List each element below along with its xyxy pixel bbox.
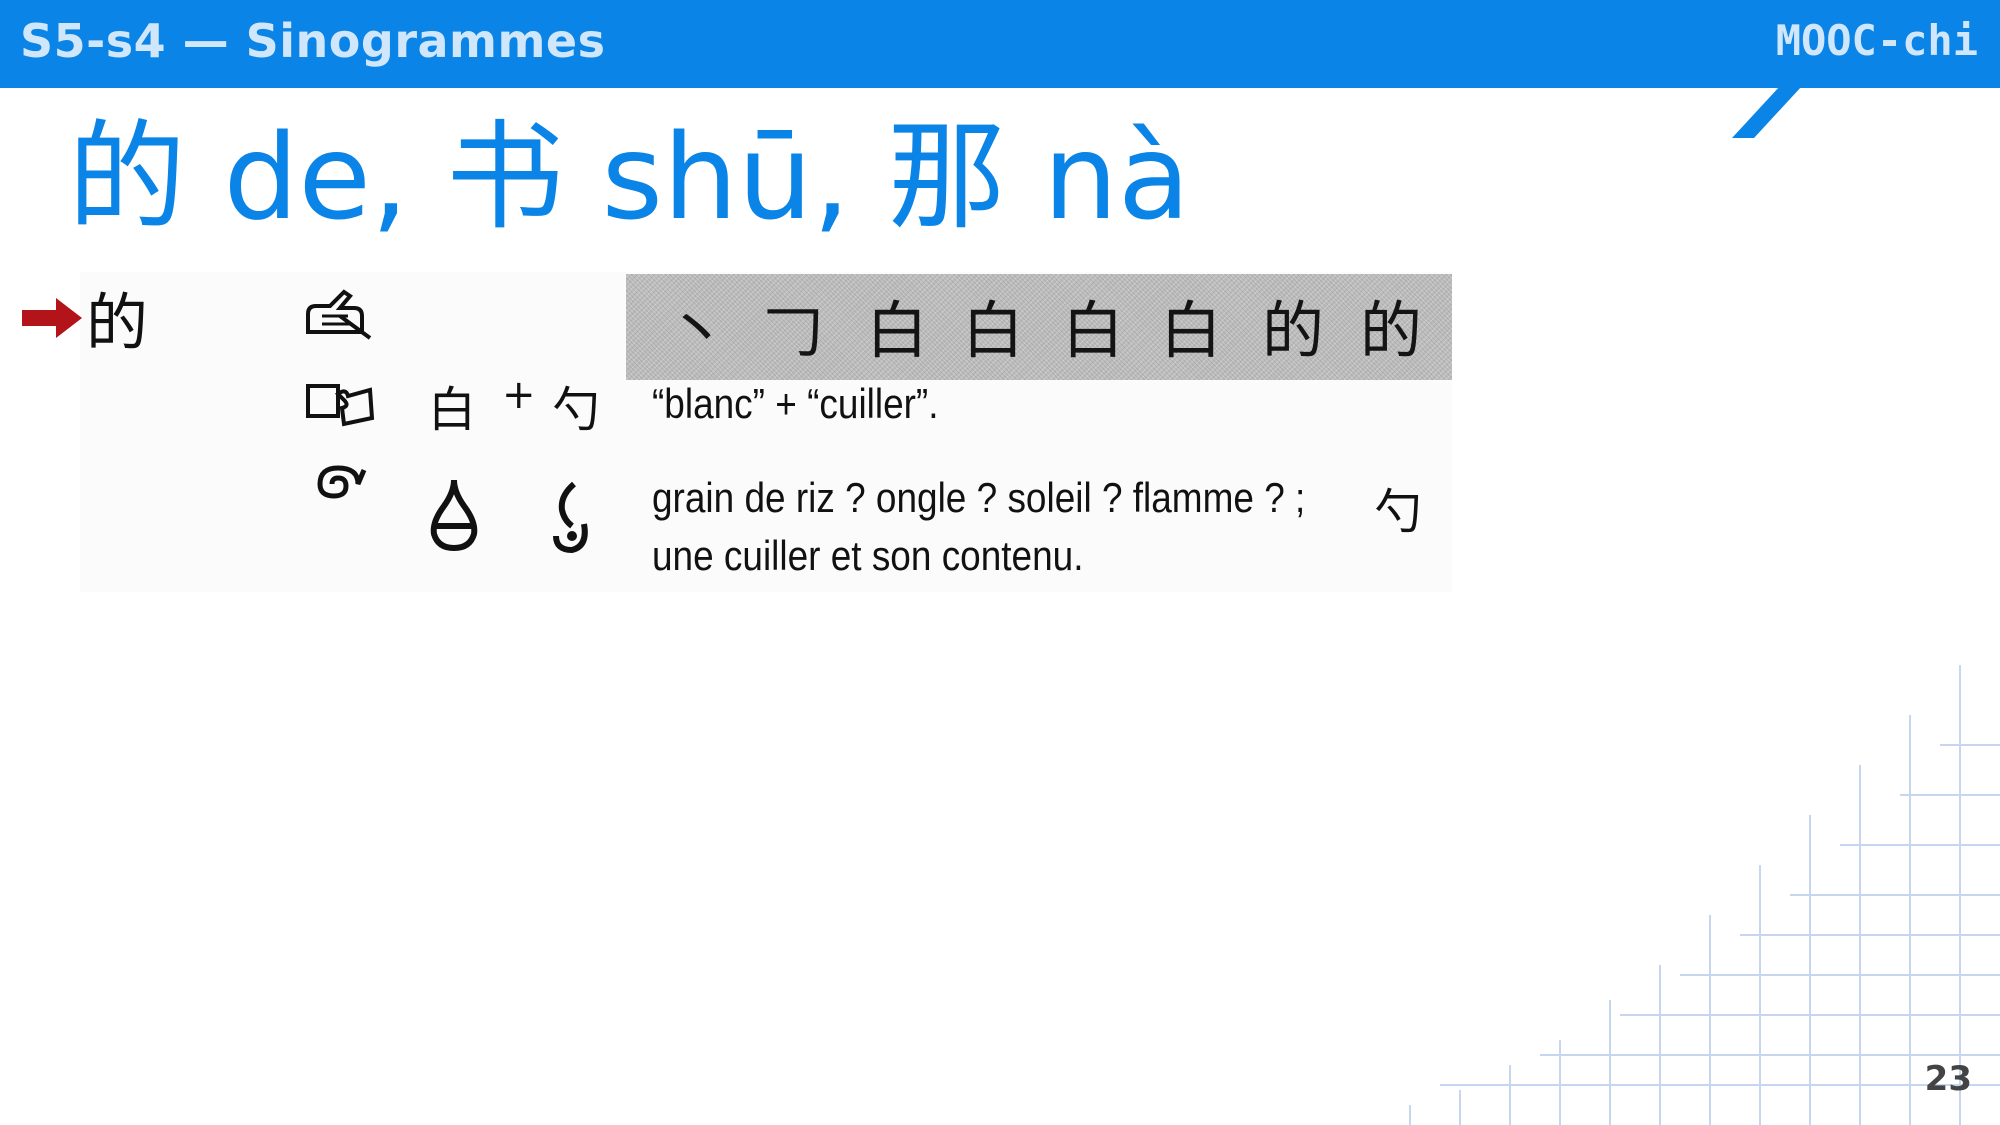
stroke-order-panel xyxy=(626,274,1452,380)
stroke-step-6: 白 xyxy=(1160,294,1223,367)
puzzle-pieces-icon xyxy=(306,384,375,427)
etymology-char: 勺 xyxy=(1374,484,1423,540)
header-tab-decoration xyxy=(1732,86,1802,138)
composition-meaning: “blanc” + “cuiller”. xyxy=(652,380,939,427)
page-number: 23 xyxy=(1924,1059,1972,1099)
stroke-step-2: 𠃌 xyxy=(762,294,825,367)
writing-hand-icon xyxy=(306,289,372,340)
stroke-step-4: 白 xyxy=(962,294,1025,367)
entry-character: 的 xyxy=(86,286,149,359)
spiral-icon xyxy=(317,465,367,499)
stroke-step-5: 白 xyxy=(1062,294,1125,367)
slide-title: 的 de, 书 shū, 那 nà xyxy=(68,108,1191,246)
red-right-arrow-icon xyxy=(22,298,82,338)
stroke-step-8: 的 xyxy=(1360,294,1423,367)
header-bar: S5-s4 — Sinogrammes MOOC-chi xyxy=(0,0,2000,88)
ancient-glyph-drop xyxy=(430,479,478,552)
ancient-glyph-spoon xyxy=(553,481,588,554)
etymology-line-2: une cuiller et son contenu. xyxy=(652,532,1084,579)
brand-label: MOOC-chi xyxy=(1775,16,1978,65)
stroke-step-7: 的 xyxy=(1262,294,1325,367)
lesson-title: S5-s4 — Sinogrammes xyxy=(20,14,606,68)
stroke-step-1: 丶 xyxy=(666,294,729,367)
etymology-line-1: grain de riz ? ongle ? soleil ? flamme ?… xyxy=(652,474,1306,521)
plus-sign: + xyxy=(502,372,536,418)
stroke-step-3: 白 xyxy=(866,294,929,367)
component-2: 勺 xyxy=(552,382,601,438)
component-1: 白 xyxy=(428,382,477,438)
grid-decoration xyxy=(1409,665,2000,1125)
